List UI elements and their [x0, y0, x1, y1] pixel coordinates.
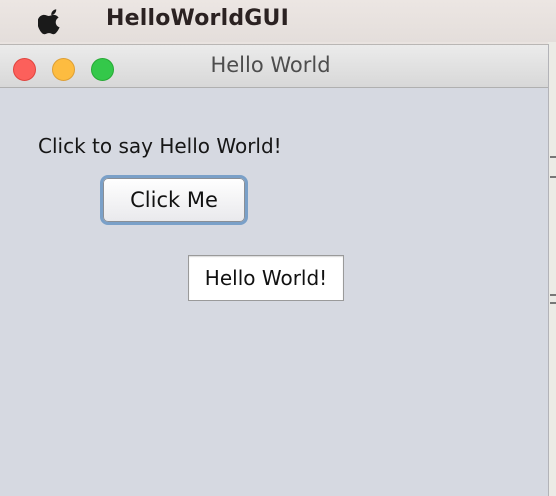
apple-logo-icon[interactable] — [38, 7, 64, 35]
window-title-text: Hello World — [210, 53, 331, 77]
window-title: Hello World — [0, 53, 549, 77]
background-mark — [550, 302, 556, 304]
hello-output-field[interactable]: Hello World! — [188, 255, 344, 301]
app-name[interactable]: HelloWorldGUI — [106, 6, 289, 31]
click-me-button[interactable]: Click Me — [100, 175, 248, 225]
window-content: Click to say Hello World! Click Me Hello… — [0, 88, 548, 496]
background-mark — [550, 294, 556, 296]
background-window-edge — [548, 42, 556, 496]
prompt-label: Click to say Hello World! — [38, 134, 282, 158]
background-mark — [550, 156, 556, 158]
app-window: Hello World Click to say Hello World! Cl… — [0, 44, 549, 496]
menu-bar: HelloWorldGUI — [0, 0, 556, 42]
background-mark — [550, 176, 556, 178]
window-titlebar[interactable]: Hello World — [0, 45, 548, 88]
